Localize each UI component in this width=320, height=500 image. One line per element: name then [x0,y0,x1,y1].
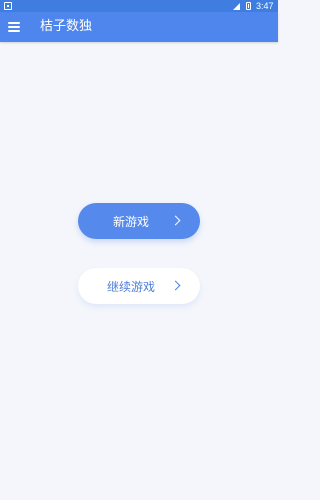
new-game-button[interactable]: 新游戏 [78,203,200,239]
new-game-label: 新游戏 [112,214,149,229]
continue-game-button[interactable]: 继续游戏 [78,268,200,304]
notification-icon [4,2,12,10]
menu-icon[interactable] [8,22,20,32]
signal-icon [233,3,240,10]
status-time: 3:47 [256,1,274,11]
app-bar: 桔子数独 [0,12,278,42]
app-title: 桔子数独 [40,19,93,34]
continue-game-label: 继续游戏 [106,279,155,294]
status-bar: 3:47 [0,0,278,12]
battery-icon [246,2,251,10]
